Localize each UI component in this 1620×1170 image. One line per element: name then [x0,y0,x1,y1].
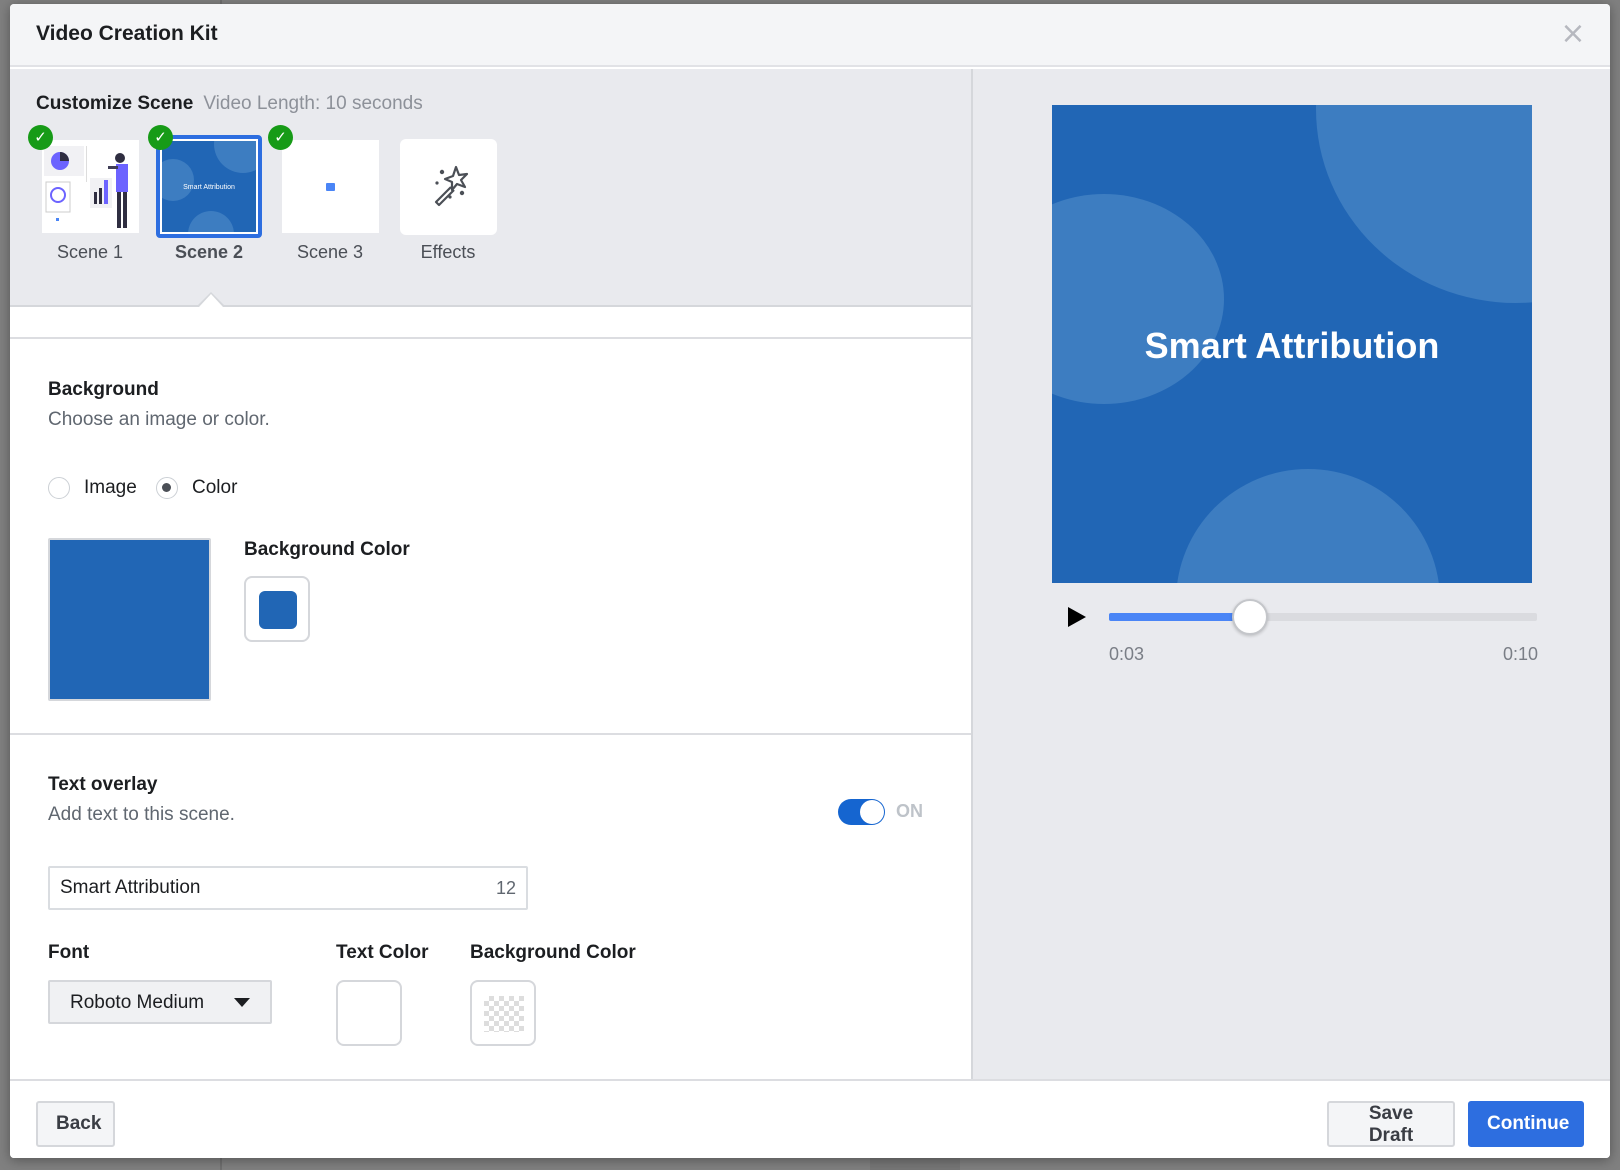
magic-wand-icon [434,165,469,207]
char-count: 12 [495,878,516,898]
customize-scene-title: Customize Scene [36,93,194,114]
video-length: Video Length: 10 seconds [203,93,423,114]
backdrop-column [870,1158,960,1170]
scene-1-illustration [44,146,128,228]
continue-button[interactable]: Continue [1468,1101,1584,1147]
text-background-color-label: Background Color [470,942,636,963]
video-preview[interactable]: Smart Attribution [1052,105,1532,583]
background-subtitle: Choose an image or color. [48,409,270,430]
scene-selector: Customize Scene Video Length: 10 seconds [10,69,971,307]
scene-3-thumbnail[interactable] [282,140,379,233]
scene-1-label: Scene 1 [56,242,124,262]
scene-3-label: Scene 3 [296,242,364,262]
text-background-color-picker[interactable] [470,980,536,1046]
back-button[interactable]: Back [36,1101,115,1147]
scene-2-thumb-text: Smart Attribution [183,184,235,191]
close-icon[interactable]: × [1560,19,1586,49]
divider [10,337,971,339]
settings-pane: Customize Scene Video Length: 10 seconds [10,69,971,1079]
playback-progress [1109,613,1251,621]
image-radio[interactable] [48,477,70,499]
divider [10,733,971,735]
scene-2-label: Scene 2 [174,242,244,262]
color-radio[interactable] [156,477,178,499]
background-color-label: Background Color [244,539,410,560]
scene-1-thumbnail[interactable] [42,140,139,233]
text-overlay-subtitle: Add text to this scene. [48,804,235,825]
overlay-text-field[interactable]: 12 [48,866,528,910]
decor-circle [1052,194,1224,404]
decor-circle [214,141,256,173]
effects-label: Effects [420,242,476,262]
scene-2-completed-check-icon: ✓ [148,125,173,150]
background-color-swatch [259,591,297,629]
playback-scrubber-handle[interactable] [1232,599,1269,635]
text-color-swatch [351,995,389,1033]
text-color-picker[interactable] [336,980,402,1046]
scene-1-completed-check-icon: ✓ [28,125,53,150]
customize-scene-header: Customize Scene Video Length: 10 seconds [36,93,423,115]
transparent-swatch-icon [484,996,524,1032]
text-color-label: Text Color [336,942,429,963]
preview-overlay-text: Smart Attribution [1144,325,1440,366]
effects-thumbnail[interactable] [400,139,497,235]
overlay-text-input[interactable] [60,876,460,900]
modal-header: Video Creation Kit × [10,4,1610,67]
scene-3-completed-check-icon: ✓ [268,125,293,150]
decor-circle [1176,469,1440,583]
color-radio-label[interactable]: Color [192,477,237,499]
playback-slider[interactable] [1109,599,1537,635]
decor-circle [162,159,194,201]
play-icon[interactable] [1068,607,1086,627]
toggle-knob [860,800,884,824]
font-select[interactable]: Roboto Medium [48,980,272,1024]
selected-scene-pointer [197,292,225,307]
preview-pane: Smart Attribution 0:03 0:10 [971,69,1610,1079]
background-color-picker[interactable] [244,576,310,642]
text-overlay-toggle[interactable] [838,799,885,825]
scene-2-preview: Smart Attribution [162,141,256,232]
decor-circle [188,211,234,232]
scene-3-logo-icon [326,183,335,191]
background-color-preview [48,538,211,701]
image-radio-label[interactable]: Image [84,477,137,499]
text-overlay-title: Text overlay [48,774,158,795]
modal-footer: Back Save Draft Continue [10,1079,1610,1158]
background-title: Background [48,379,159,400]
current-time: 0:03 [1109,644,1145,664]
caret-down-icon [234,998,250,1007]
font-select-value: Roboto Medium [70,992,205,1013]
font-label: Font [48,942,90,963]
scene-2-thumbnail[interactable]: Smart Attribution [156,135,262,238]
toggle-state-label: ON [896,801,923,821]
modal-title: Video Creation Kit [36,22,218,45]
total-time: 0:10 [1503,644,1539,664]
save-draft-button[interactable]: Save Draft [1327,1101,1455,1147]
decor-circle [1316,105,1532,303]
video-creation-kit-modal: Video Creation Kit × Customize Scene Vide… [10,4,1610,1158]
